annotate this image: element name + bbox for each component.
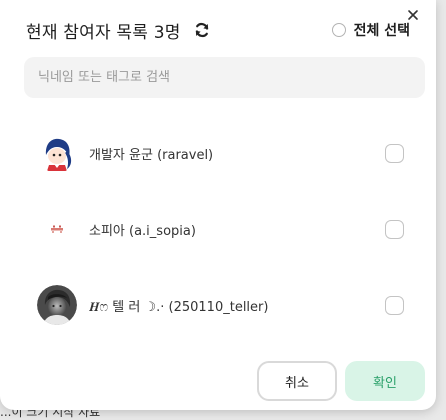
- participants-modal: 현재 참여자 목록 3명 전체 선택 닉네임 또는 태그로 검색 개발자 윤군 …: [0, 0, 436, 410]
- participant-name: 개발자 윤군 (raravel): [89, 147, 214, 163]
- photo-avatar: [37, 285, 77, 325]
- select-all-label: 전체 선택: [353, 23, 410, 39]
- participant-checkbox[interactable]: [385, 219, 404, 239]
- search-input[interactable]: [24, 57, 425, 98]
- participant-row[interactable]: 개발자 윤군 (raravel): [0, 115, 436, 191]
- participant-name: 𝑯ෆ 텔 러 ☽.· (250110_teller): [89, 299, 269, 315]
- participant-name: 소피아 (a.i_sopia): [89, 223, 196, 239]
- participant-list: 개발자 윤군 (raravel) 소피아 (a.i_sopia) 𝑯ෆ 텔 러 …: [0, 115, 436, 343]
- cancel-button[interactable]: 취소: [257, 361, 337, 401]
- refresh-icon[interactable]: [193, 21, 211, 39]
- anime-character-avatar: [37, 133, 77, 173]
- modal-header: 현재 참여자 목록 3명 전체 선택: [26, 17, 410, 43]
- select-all-radio[interactable]: [331, 23, 346, 37]
- participant-row[interactable]: 𝑯ෆ 텔 러 ☽.· (250110_teller): [0, 267, 436, 343]
- participant-row[interactable]: 소피아 (a.i_sopia): [0, 191, 436, 267]
- participant-checkbox[interactable]: [385, 295, 404, 315]
- modal-title: 현재 참여자 목록 3명: [26, 22, 181, 43]
- select-all-toggle[interactable]: 전체 선택: [331, 20, 410, 40]
- participant-checkbox[interactable]: [385, 143, 404, 163]
- confirm-button[interactable]: 확인: [345, 361, 425, 401]
- small-icon-avatar: [37, 209, 77, 249]
